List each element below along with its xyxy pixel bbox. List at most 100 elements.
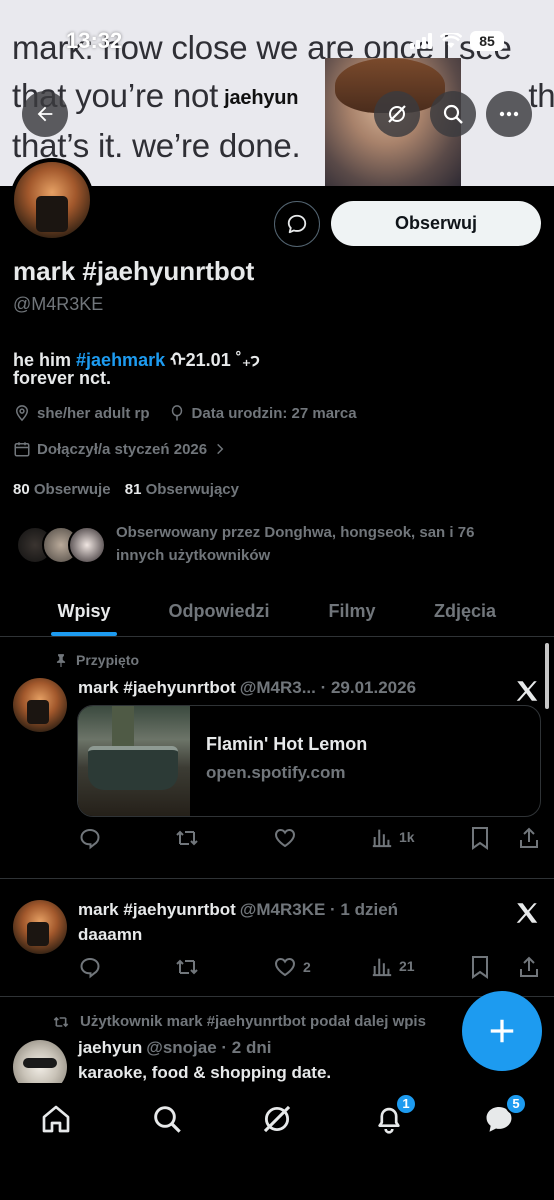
nav-search[interactable] (147, 1099, 187, 1139)
post-handle-time: @snojae · 2 dni (146, 1038, 272, 1057)
followers-count: 81 (124, 481, 142, 498)
bottom-navigation: 1 5 (0, 1083, 554, 1200)
post-text: karaoke, food & shopping date. (78, 1063, 332, 1082)
link-card-image (78, 706, 190, 816)
profile-name: mark #jaehyunrtbot (13, 256, 255, 286)
plus-icon (490, 1019, 514, 1043)
search-button[interactable] (430, 91, 476, 137)
post-handle-time: @M4R3KE · 1 dzień (239, 900, 399, 919)
active-tab-indicator (51, 632, 117, 636)
status-time: 13:32 (66, 28, 123, 53)
post-author[interactable]: mark #jaehyunrtbot (78, 900, 236, 919)
grok-icon (388, 105, 406, 123)
share-button[interactable] (518, 955, 540, 979)
nav-home[interactable] (36, 1099, 76, 1139)
post-header: jaehyun @snojae · 2 dni (78, 1038, 271, 1058)
like-button[interactable] (273, 826, 297, 850)
battery-indicator: 85 (470, 31, 504, 51)
post-actions: 2 21 (78, 955, 542, 983)
profile-handle: @M4R3KE (13, 294, 104, 314)
likes-count: 2 (303, 959, 311, 975)
views-button[interactable]: 1k (371, 826, 415, 848)
grok-icon (263, 1105, 291, 1133)
search-icon (154, 1106, 181, 1133)
grok-button[interactable] (374, 91, 420, 137)
bookmark-button[interactable] (470, 955, 490, 979)
post-divider (0, 878, 554, 879)
share-button[interactable] (518, 826, 540, 850)
location-icon (15, 405, 29, 422)
tab-replies[interactable]: Odpowiedzi (150, 585, 288, 637)
profile-meta-row: she/her adult rp Data urodzin: 27 marca (13, 404, 357, 422)
arrow-left-icon (37, 106, 53, 122)
views-count: 21 (399, 958, 415, 974)
views-icon (372, 958, 392, 977)
chevron-right-icon (217, 443, 224, 455)
bio-hashtag-link[interactable]: #jaehmark (76, 350, 165, 370)
tab-videos[interactable]: Filmy (310, 585, 394, 637)
status-icons: 85 (410, 31, 504, 51)
compose-post-button[interactable] (462, 991, 542, 1071)
profile-avatar[interactable] (10, 158, 94, 242)
repost-button[interactable] (174, 955, 200, 979)
nav-grok[interactable] (257, 1099, 297, 1139)
pinned-label-row: Przypięto (54, 652, 139, 668)
views-button[interactable]: 21 (371, 955, 415, 977)
nav-messages[interactable]: 5 (479, 1093, 527, 1139)
scrollbar[interactable] (545, 643, 549, 709)
reply-button[interactable] (78, 826, 102, 850)
link-card-url: open.spotify.com (206, 763, 346, 782)
repost-icon (176, 959, 198, 975)
profile-joined-row[interactable]: Dołączył/a styczeń 2026 (13, 440, 227, 458)
post-header: mark #jaehyunrtbot @M4R3KE · 1 dzień (78, 900, 398, 920)
link-card[interactable]: Flamin' Hot Lemon open.spotify.com (77, 705, 541, 817)
message-bubble-icon (287, 214, 307, 234)
birthday-icon (171, 405, 182, 421)
post-avatar[interactable] (13, 678, 67, 732)
profile-tabs: Wpisy Odpowiedzi Filmy Zdjęcia (0, 585, 554, 637)
repost-icon (53, 1016, 69, 1027)
post-author[interactable]: jaehyun (78, 1038, 142, 1057)
repost-label: Użytkownik mark #jaehyunrtbot podał dale… (80, 1013, 426, 1030)
views-count: 1k (399, 829, 415, 845)
reply-button[interactable] (78, 955, 102, 979)
signal-icon (410, 33, 432, 49)
nav-notifications[interactable]: 1 (369, 1093, 417, 1139)
repost-button[interactable] (174, 826, 200, 850)
wifi-icon (440, 33, 462, 48)
profile-bio-line-2: forever nct. (13, 368, 112, 388)
tab-posts[interactable]: Wpisy (40, 585, 128, 637)
repost-label-row: Użytkownik mark #jaehyunrtbot podał dale… (52, 1013, 426, 1030)
repost-icon (176, 830, 198, 846)
bookmark-button[interactable] (470, 826, 490, 850)
pin-icon (56, 654, 66, 667)
followers-label: Obserwujący (145, 481, 239, 498)
post-header: mark #jaehyunrtbot @M4R3... · 29.01.2026 (78, 678, 416, 698)
heart-icon (274, 957, 296, 977)
followers-link[interactable]: 81 Obserwujący (125, 481, 239, 498)
back-button[interactable] (22, 91, 68, 137)
link-card-title: Flamin' Hot Lemon (206, 734, 368, 754)
post-author[interactable]: mark #jaehyunrtbot (78, 678, 236, 697)
message-button[interactable] (274, 201, 320, 247)
post-actions: 1k (78, 826, 542, 854)
share-icon (520, 956, 538, 977)
x-logo-icon (516, 903, 538, 923)
bio-suffix: ᡣ𐭩₊˚ 21.01 (170, 350, 260, 370)
bookmark-icon (472, 827, 488, 850)
share-icon (520, 827, 538, 848)
follower-avatar (68, 526, 106, 564)
post-divider (0, 996, 554, 997)
tab-photos[interactable]: Zdjęcia (415, 585, 515, 637)
following-count: 80 (13, 481, 30, 498)
bookmark-icon (472, 956, 488, 979)
following-label: Obserwuje (33, 481, 111, 498)
bio-prefix: he him (13, 350, 72, 370)
heart-icon (274, 828, 296, 848)
follow-button[interactable]: Obserwuj (331, 201, 541, 246)
more-button[interactable] (486, 91, 532, 137)
post-avatar[interactable] (13, 900, 67, 954)
profile-birthday: Data urodzin: 27 marca (191, 404, 357, 422)
following-link[interactable]: 80 Obserwuje (13, 481, 111, 498)
like-button[interactable]: 2 (273, 955, 311, 979)
